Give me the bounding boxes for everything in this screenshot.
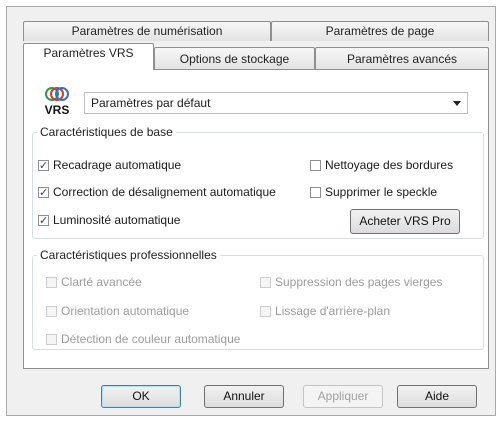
auto-crop-checkbox[interactable]: Recadrage automatique	[38, 158, 181, 174]
despeckle-checkbox[interactable]: Supprimer le speckle	[310, 185, 437, 201]
apply-button[interactable]: Appliquer	[303, 385, 383, 408]
auto-crop-label: Recadrage automatique	[53, 158, 182, 172]
auto-brightness-label: Luminosité automatique	[53, 213, 181, 227]
preset-value: Paramètres par défaut	[91, 96, 211, 110]
auto-orient-checkbox[interactable]: Orientation automatique	[46, 304, 189, 320]
checkbox-checked	[38, 185, 49, 200]
tab-advanced-settings[interactable]: Paramètres avancés	[315, 47, 489, 69]
auto-color-checkbox[interactable]: Détection de couleur automatique	[46, 332, 240, 348]
checkbox-disabled	[46, 277, 57, 288]
auto-orient-label: Orientation automatique	[61, 304, 190, 318]
edge-clean-label: Nettoyage des bordures	[325, 158, 454, 172]
tab-scan-settings[interactable]: Paramètres de numérisation	[23, 21, 271, 41]
checkbox-disabled	[260, 306, 271, 317]
basic-features-legend: Caractéristiques de base	[40, 125, 173, 139]
checkbox-disabled	[46, 334, 57, 345]
cancel-button[interactable]: Annuler	[204, 385, 284, 408]
checkbox-unchecked	[310, 187, 321, 198]
ok-button[interactable]: OK	[101, 385, 181, 408]
blank-page-removal-checkbox[interactable]: Suppression des pages vierges	[260, 275, 442, 291]
despeckle-label: Supprimer le speckle	[325, 185, 438, 199]
blank-page-removal-label: Suppression des pages vierges	[275, 275, 443, 289]
vrs-logo: VRS	[42, 85, 72, 117]
buy-vrs-pro-button[interactable]: Acheter VRS Pro	[350, 209, 460, 234]
adv-clarity-label: Clarté avancée	[61, 275, 142, 289]
checkbox-disabled	[260, 277, 271, 288]
pro-features-legend: Caractéristiques professionnelles	[40, 248, 217, 262]
auto-color-label: Détection de couleur automatique	[61, 332, 241, 346]
scanner-settings-dialog: Paramètres de numérisation Paramètres de…	[6, 6, 496, 416]
vrs-settings-panel: VRS Paramètres par défaut Caractéristiqu…	[23, 69, 489, 369]
preset-dropdown[interactable]: Paramètres par défaut	[84, 92, 468, 114]
auto-deskew-label: Correction de désalignement automatique	[53, 185, 276, 199]
checkbox-checked	[38, 213, 49, 228]
vrs-logo-text: VRS	[44, 103, 70, 117]
chevron-down-icon	[453, 101, 461, 106]
checkbox-checked	[38, 158, 49, 173]
auto-brightness-checkbox[interactable]: Luminosité automatique	[38, 213, 180, 229]
adv-clarity-checkbox[interactable]: Clarté avancée	[46, 275, 142, 291]
tab-page-settings[interactable]: Paramètres de page	[271, 21, 489, 41]
bg-smoothing-label: Lissage d'arrière-plan	[275, 304, 391, 318]
checkbox-disabled	[46, 306, 57, 317]
tab-vrs-settings[interactable]: Paramètres VRS	[23, 43, 154, 70]
auto-deskew-checkbox[interactable]: Correction de désalignement automatique	[38, 185, 276, 201]
edge-clean-checkbox[interactable]: Nettoyage des bordures	[310, 158, 453, 174]
tab-storage-options[interactable]: Options de stockage	[154, 47, 315, 69]
vrs-rings-icon	[45, 87, 69, 101]
checkbox-unchecked	[310, 160, 321, 171]
help-button[interactable]: Aide	[397, 385, 477, 408]
bg-smoothing-checkbox[interactable]: Lissage d'arrière-plan	[260, 304, 390, 320]
